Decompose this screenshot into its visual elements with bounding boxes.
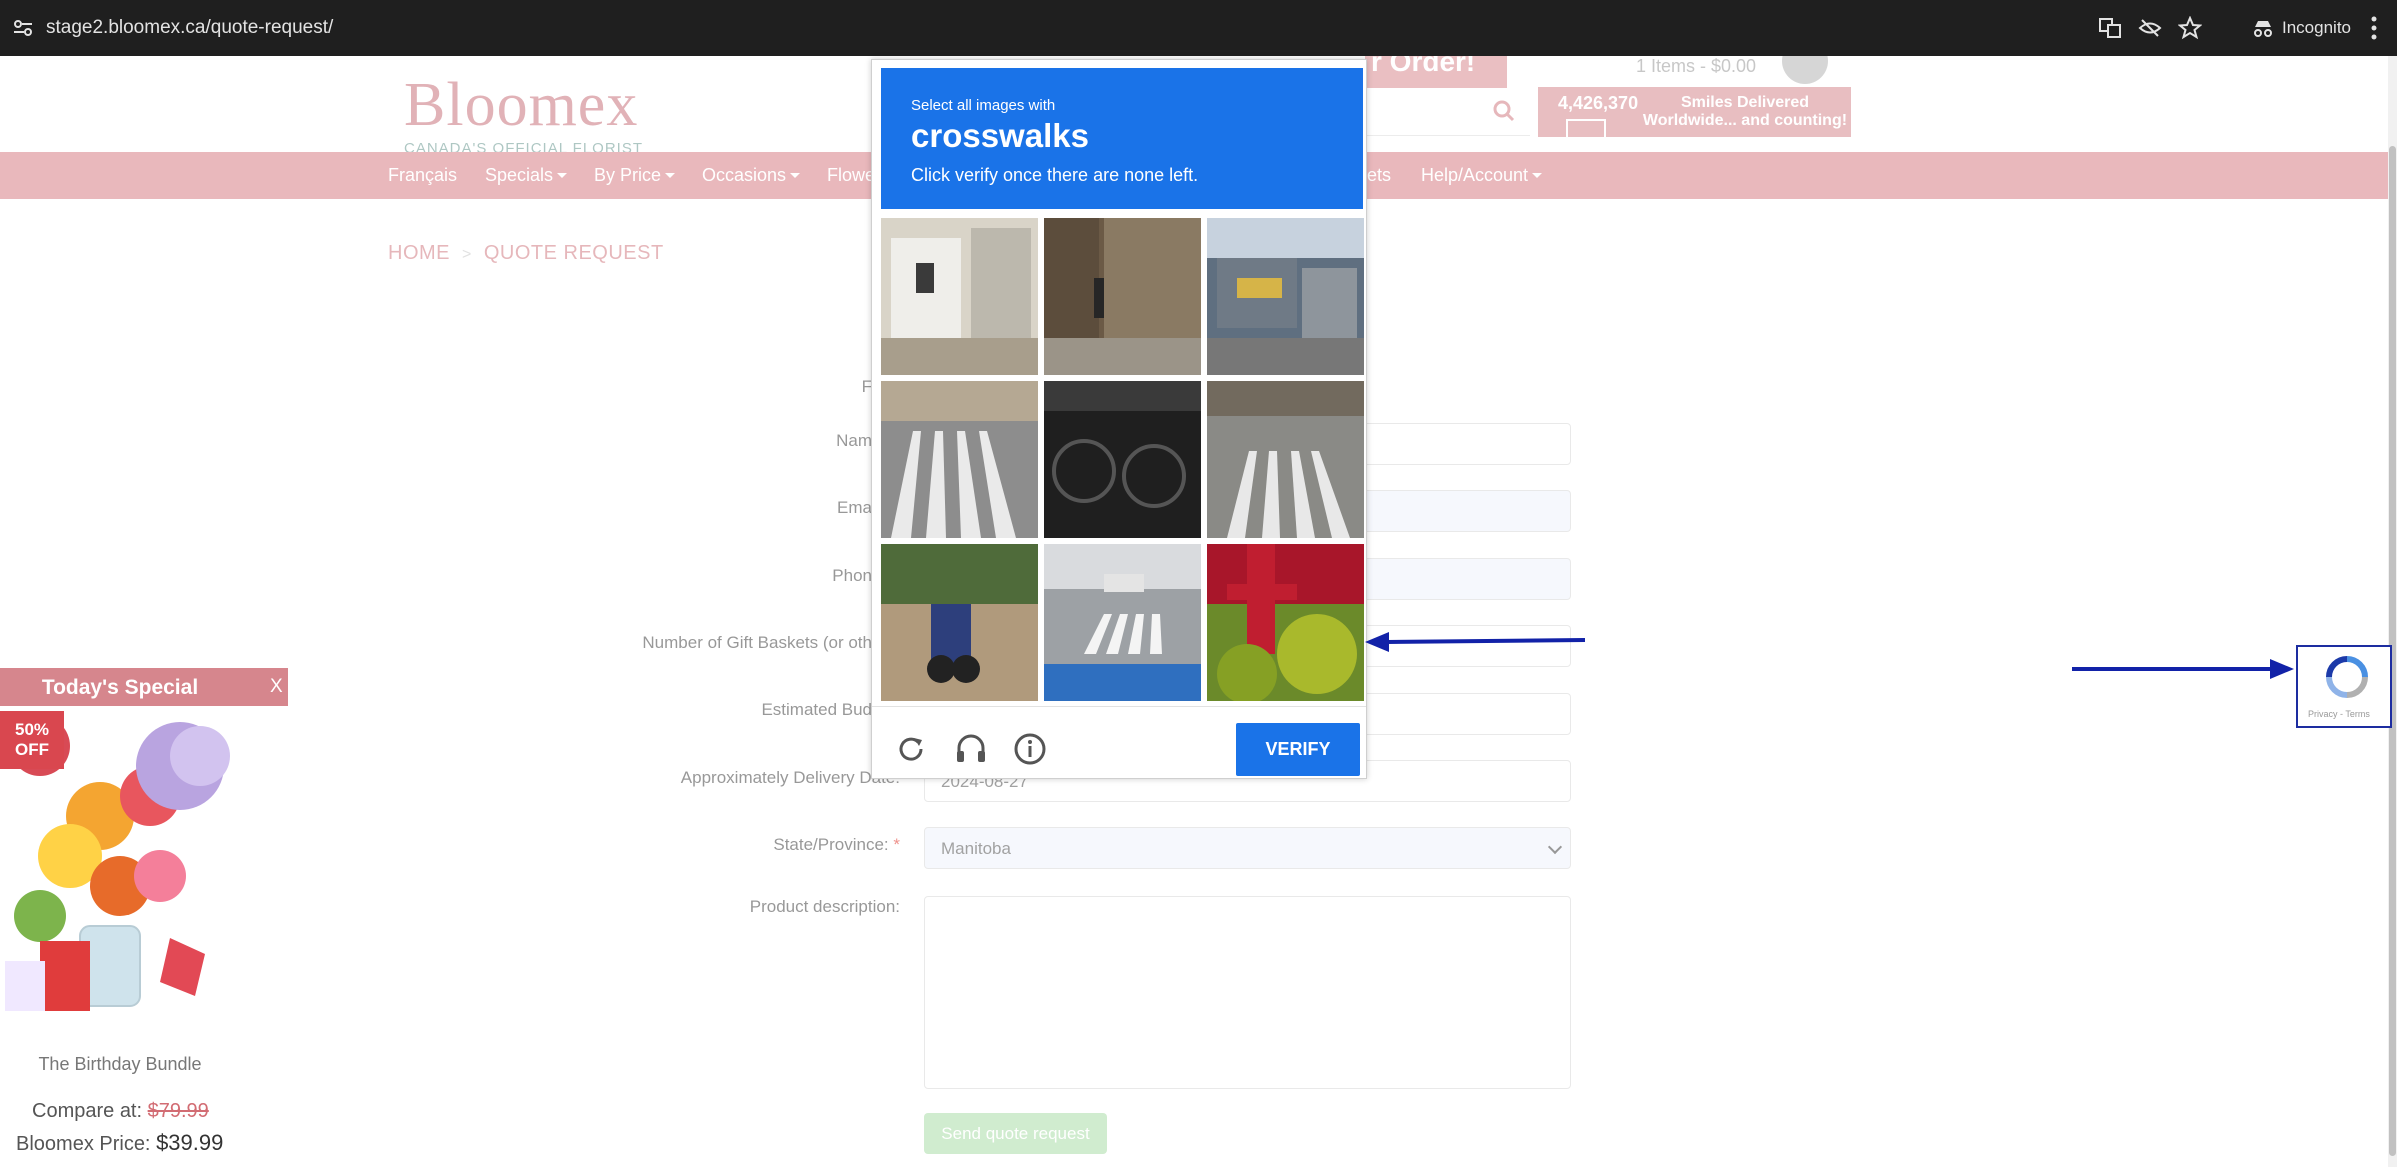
captcha-tile[interactable] (1044, 544, 1201, 701)
recaptcha-icon (2326, 656, 2368, 698)
page-scrollbar[interactable] (2388, 56, 2397, 1167)
annotation-arrow-left (1365, 632, 1586, 652)
bloomex-price: Bloomex Price: $39.99 (16, 1130, 223, 1156)
info-icon[interactable] (1013, 732, 1047, 766)
captcha-tile[interactable] (881, 381, 1038, 538)
browser-toolbar: stage2.bloomex.ca/quote-request/ Incogni… (0, 0, 2397, 56)
compare-price: Compare at: $79.99 (32, 1100, 209, 1123)
recaptcha-badge[interactable]: Privacy - Terms (2296, 645, 2392, 728)
bookmark-star-icon[interactable] (2178, 16, 2202, 40)
captcha-sub-instruction: Click verify once there are none left. (911, 165, 1199, 185)
captcha-prompt: Select all images with crosswalks Click … (881, 68, 1363, 209)
special-product-name[interactable]: The Birthday Bundle (0, 1054, 240, 1075)
special-title: Today's Special (41, 676, 199, 699)
verify-button[interactable]: VERIFY (1236, 723, 1360, 776)
refresh-icon[interactable] (894, 732, 928, 766)
captcha-divider (872, 706, 1366, 707)
captcha-tile[interactable] (1044, 218, 1201, 375)
compare-label: Compare at: (32, 1100, 143, 1122)
site-info-icon[interactable] (12, 18, 34, 38)
incognito-icon (2254, 21, 2272, 37)
price-label: Bloomex Price: (16, 1133, 151, 1155)
incognito-indicator[interactable]: Incognito (2238, 11, 2365, 45)
price-value: $39.99 (156, 1130, 224, 1155)
captcha-instruction: Select all images with (911, 97, 1056, 114)
captcha-tile[interactable] (1207, 218, 1364, 375)
captcha-tile[interactable] (881, 218, 1038, 375)
browser-menu-icon[interactable] (2370, 15, 2378, 41)
captcha-tile[interactable] (1207, 544, 1364, 701)
captcha-tile[interactable] (881, 544, 1038, 701)
todays-special-panel: Today's Special X 50% OFF The Birthday B… (0, 668, 288, 1167)
eye-off-icon[interactable] (2138, 16, 2162, 40)
headphones-icon[interactable] (954, 732, 988, 766)
captcha-target: crosswalks (911, 117, 1089, 154)
captcha-tile[interactable] (1207, 381, 1364, 538)
close-icon[interactable]: X (270, 676, 283, 698)
annotation-arrow-right (2072, 659, 2294, 679)
address-bar-url[interactable]: stage2.bloomex.ca/quote-request/ (46, 17, 333, 39)
translate-icon[interactable] (2098, 16, 2122, 40)
recaptcha-legal[interactable]: Privacy - Terms (2308, 709, 2370, 719)
captcha-challenge-dialog: Select all images with crosswalks Click … (871, 59, 1367, 779)
incognito-label: Incognito (2282, 18, 2351, 37)
discount-badge: 50% OFF (0, 711, 64, 769)
compare-price-value: $79.99 (147, 1100, 209, 1122)
captcha-tile[interactable] (1044, 381, 1201, 538)
special-header: Today's Special X (0, 668, 288, 706)
